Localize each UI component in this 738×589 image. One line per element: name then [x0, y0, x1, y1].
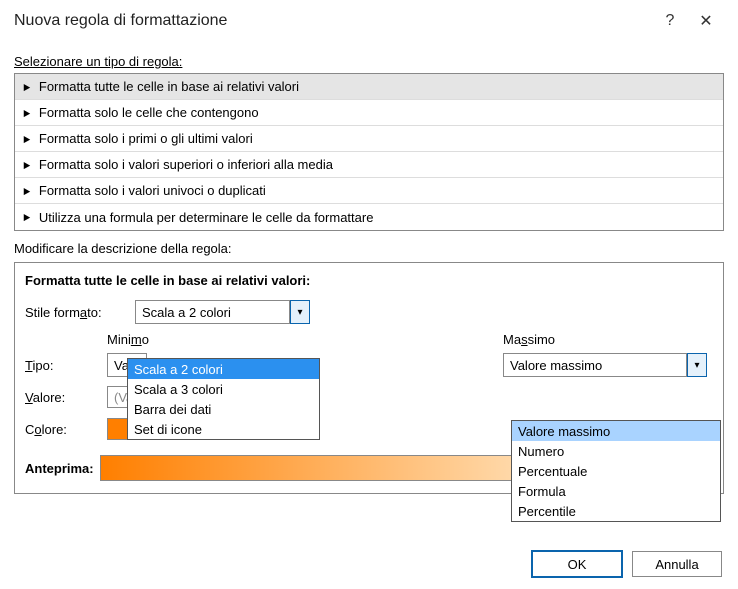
rule-type-label: Formatta solo i valori univoci o duplica…	[39, 183, 266, 198]
dropdown-option[interactable]: Valore massimo	[512, 421, 720, 441]
rule-type-item[interactable]: ► Formatta solo i valori superiori o infe…	[15, 152, 723, 178]
value-label: Valore:	[25, 390, 91, 405]
rule-type-item[interactable]: ► Formatta tutte le celle in base ai rela…	[15, 74, 723, 100]
dropdown-option[interactable]: Set di icone	[128, 419, 319, 439]
dropdown-option[interactable]: Percentile	[512, 501, 720, 521]
dropdown-option[interactable]: Numero	[512, 441, 720, 461]
help-button[interactable]: ?	[652, 12, 688, 30]
rule-type-item[interactable]: ► Formatta solo le celle che contengono	[15, 100, 723, 126]
format-style-value: Scala a 2 colori	[142, 305, 231, 320]
dropdown-option[interactable]: Formula	[512, 481, 720, 501]
rule-type-label: Formatta solo i primi o gli ultimi valor…	[39, 131, 253, 146]
description-title: Formatta tutte le celle in base ai relat…	[25, 273, 713, 288]
arrow-icon: ►	[22, 132, 33, 146]
arrow-icon: ►	[22, 106, 33, 120]
rule-type-label: Formatta solo le celle che contengono	[39, 105, 259, 120]
format-style-dropdown[interactable]: Scala a 2 colori Scala a 3 colori Barra …	[127, 358, 320, 440]
max-type-value: Valore massimo	[510, 358, 602, 373]
dropdown-option[interactable]: Scala a 3 colori	[128, 379, 319, 399]
select-rule-type-label: Selezionare un tipo di regola:	[14, 54, 724, 69]
preview-label: Anteprima:	[25, 461, 94, 476]
rule-type-item[interactable]: ► Utilizza una formula per determinare le…	[15, 204, 723, 230]
arrow-icon: ►	[22, 158, 33, 172]
edit-description-label: Modificare la descrizione della regola:	[14, 241, 724, 256]
minimum-header: Minimo	[107, 332, 387, 347]
rule-type-list[interactable]: ► Formatta tutte le celle in base ai rela…	[14, 73, 724, 231]
color-label: Colore:	[25, 422, 91, 437]
dropdown-option[interactable]: Scala a 2 colori	[128, 359, 319, 379]
format-style-combo[interactable]: Scala a 2 colori ▾	[135, 300, 310, 324]
rule-type-item[interactable]: ► Formatta solo i valori univoci o duplic…	[15, 178, 723, 204]
max-type-combo[interactable]: Valore massimo ▾	[503, 353, 713, 377]
dropdown-option[interactable]: Percentuale	[512, 461, 720, 481]
max-type-dropdown[interactable]: Valore massimo Numero Percentuale Formul…	[511, 420, 721, 522]
rule-type-label: Formatta solo i valori superiori o infer…	[39, 157, 333, 172]
arrow-icon: ►	[22, 80, 33, 94]
chevron-down-icon[interactable]: ▾	[687, 353, 707, 377]
arrow-icon: ►	[22, 210, 33, 224]
dialog-title: Nuova regola di formattazione	[14, 12, 652, 30]
preview-bar	[100, 455, 513, 481]
rule-type-item[interactable]: ► Formatta solo i primi o gli ultimi valo…	[15, 126, 723, 152]
rule-type-label: Utilizza una formula per determinare le …	[39, 210, 374, 225]
cancel-button[interactable]: Annulla	[632, 551, 722, 577]
ok-button[interactable]: OK	[532, 551, 622, 577]
type-label: Tipo:	[25, 358, 91, 373]
rule-type-label: Formatta tutte le celle in base ai relat…	[39, 79, 299, 94]
maximum-header: Massimo	[503, 332, 713, 347]
chevron-down-icon[interactable]: ▾	[290, 300, 310, 324]
arrow-icon: ►	[22, 184, 33, 198]
format-style-label: Stile formato:	[25, 305, 135, 320]
dropdown-option[interactable]: Barra dei dati	[128, 399, 319, 419]
close-button[interactable]: ✕	[688, 11, 724, 31]
